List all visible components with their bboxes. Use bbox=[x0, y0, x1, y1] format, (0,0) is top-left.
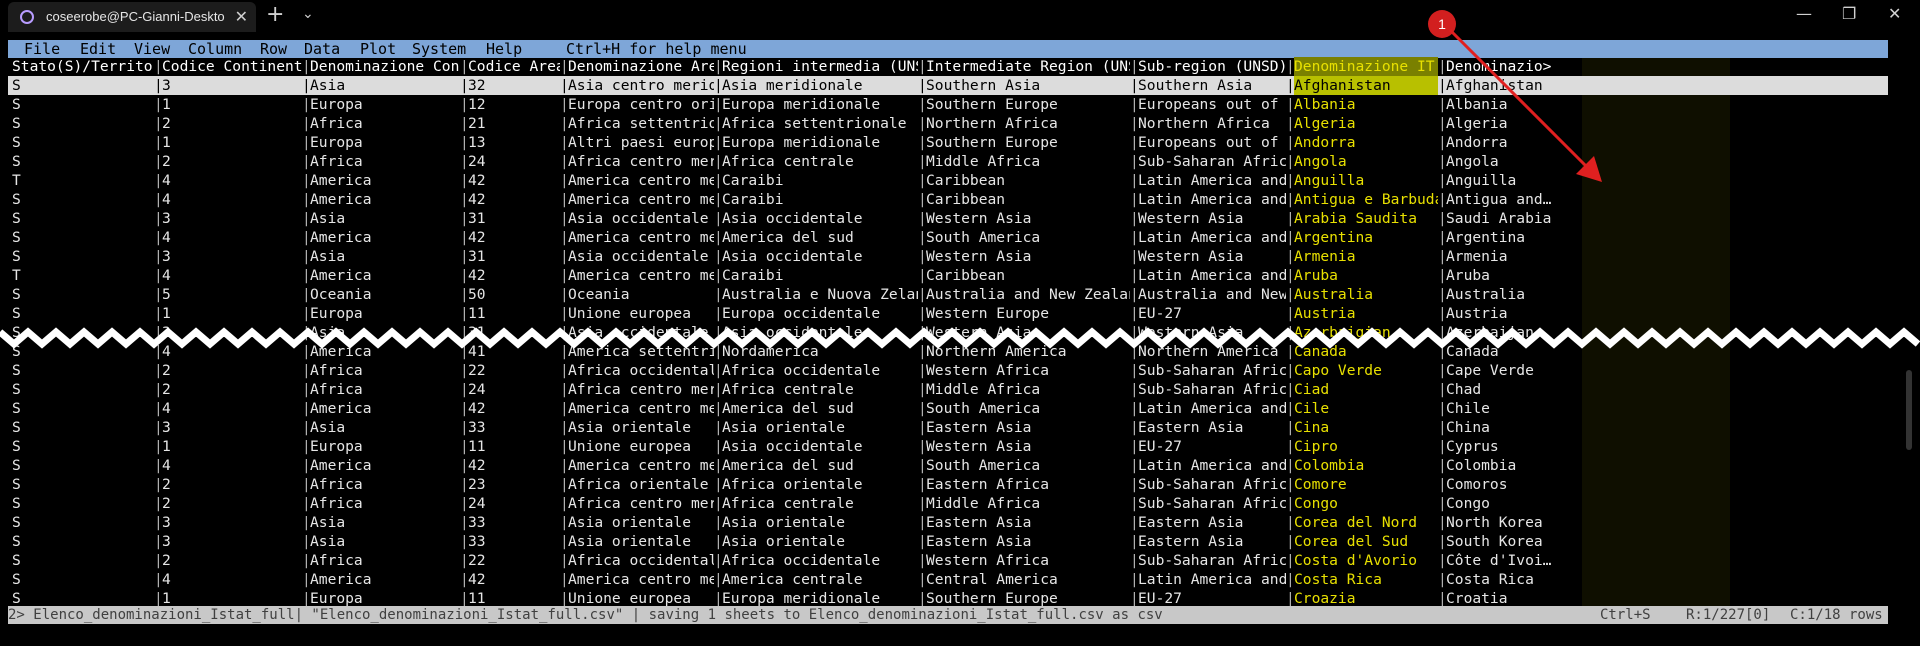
annotation-arrow-icon bbox=[1448, 28, 1602, 182]
